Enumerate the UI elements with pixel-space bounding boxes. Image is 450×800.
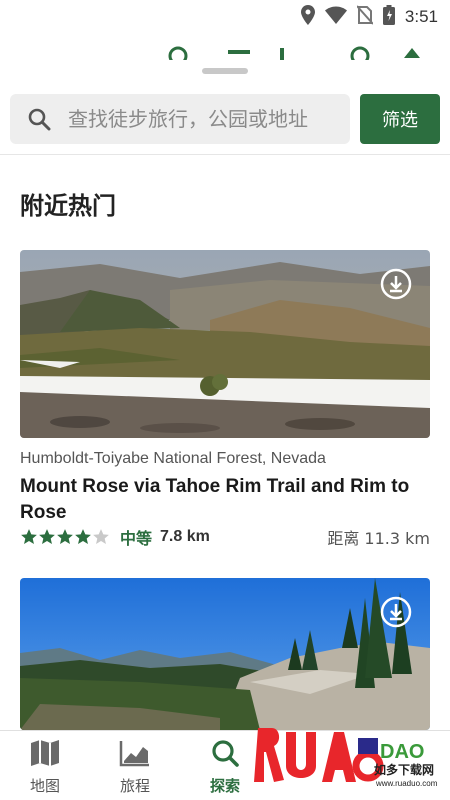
search-icon (10, 107, 68, 131)
status-time: 3:51 (404, 7, 438, 26)
trail-meta: 中等 7.8 km 距离 11.3 km (20, 525, 430, 549)
sheet-drag-handle[interactable] (202, 68, 248, 74)
star-icon (57, 529, 73, 544)
watermark-logo: DAO 如多下载网 www.ruaduo.com (250, 718, 440, 800)
svg-text:DAO: DAO (380, 741, 424, 763)
star-icon (93, 529, 109, 544)
nav-label: 旅程 (119, 777, 150, 795)
trail-photo[interactable] (20, 578, 430, 730)
search-box[interactable] (10, 94, 350, 144)
difficulty-label: 中等 (120, 529, 153, 548)
nav-label: 地图 (29, 777, 60, 795)
activity-chart-icon (119, 739, 151, 771)
map-icon (30, 739, 60, 771)
rating-stars (20, 528, 110, 546)
nav-item-trips[interactable]: 旅程 (100, 739, 170, 796)
download-icon[interactable] (380, 268, 412, 300)
search-icon (210, 739, 240, 771)
status-icons: 3:51 (300, 5, 438, 29)
section-title: 附近热门 (20, 192, 116, 220)
battery-icon (382, 5, 395, 29)
trail-distance: 距离 11.3 km (327, 529, 430, 548)
nav-item-map[interactable]: 地图 (10, 739, 80, 796)
star-icon (21, 529, 37, 544)
star-icon (75, 529, 91, 544)
map-toolbar-peek (150, 40, 440, 60)
trail-length: 7.8 km (160, 528, 210, 545)
wifi-icon (324, 6, 347, 28)
trail-title[interactable]: Mount Rose via Tahoe Rim Trail and Rim t… (20, 474, 435, 526)
filter-button[interactable]: 筛选 (360, 94, 440, 144)
watermark-url: www.ruaduo.com (375, 779, 438, 788)
divider (0, 154, 450, 155)
star-icon (39, 529, 55, 544)
watermark-text: 如多下载网 (374, 762, 434, 777)
search-row: 筛选 (10, 94, 440, 144)
no-sim-icon (356, 5, 374, 29)
download-icon[interactable] (380, 596, 412, 628)
status-bar: 3:51 (0, 0, 450, 34)
nav-label: 探索 (209, 777, 240, 795)
trail-location: Humboldt-Toiyabe National Forest, Nevada (20, 450, 326, 467)
trail-photo[interactable] (20, 250, 430, 438)
location-icon (300, 5, 315, 29)
search-input[interactable] (68, 107, 343, 131)
